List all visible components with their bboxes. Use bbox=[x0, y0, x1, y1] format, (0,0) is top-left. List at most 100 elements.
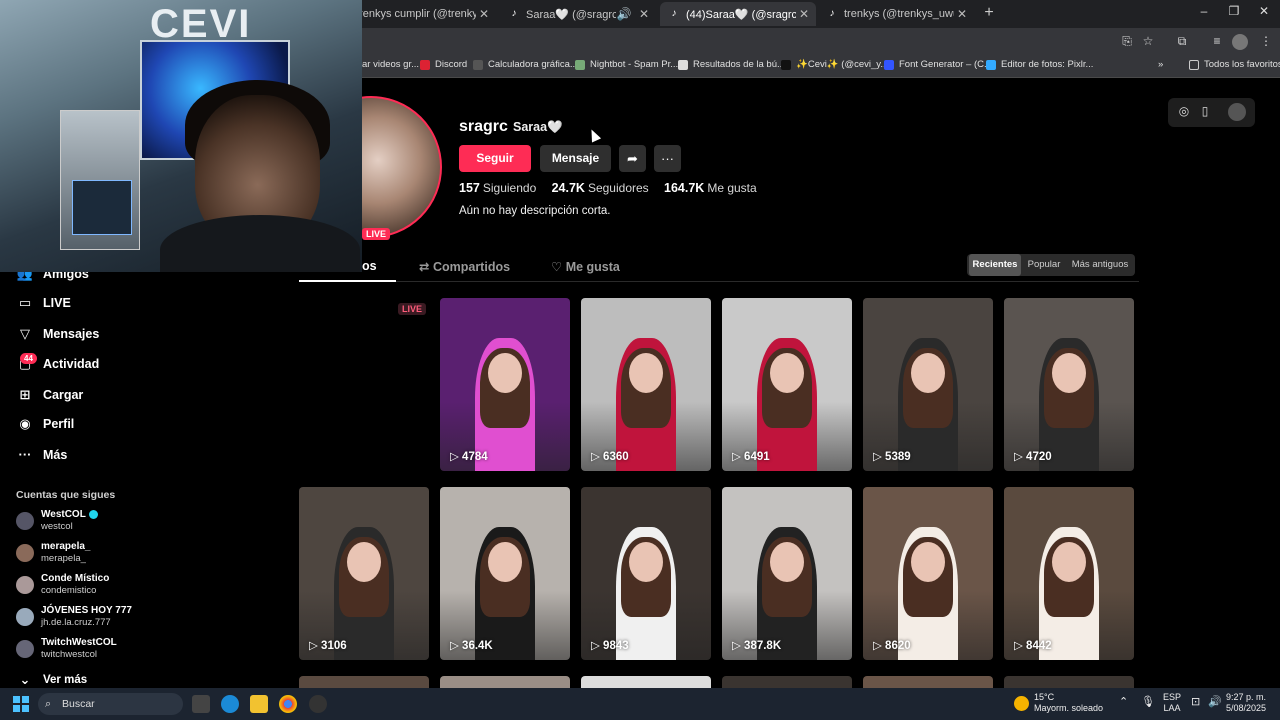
tab-liked[interactable]: ♡ Me gusta bbox=[551, 259, 620, 274]
tiktok-icon bbox=[781, 59, 791, 70]
video-subject-face bbox=[1052, 542, 1086, 582]
weather-widget[interactable]: 15°C Mayorm. soleado bbox=[1034, 692, 1103, 714]
close-tab-icon[interactable]: ✕ bbox=[954, 7, 970, 21]
video-thumbnail[interactable]: ▷ 6491 bbox=[722, 298, 852, 471]
sort-recent[interactable]: Recientes bbox=[969, 254, 1021, 276]
video-thumbnail[interactable]: ▷ 6360 bbox=[581, 298, 711, 471]
following-count[interactable]: 157 Siguiendo bbox=[459, 181, 536, 195]
compass-icon[interactable]: ◎ bbox=[1176, 104, 1192, 118]
followed-account[interactable]: Conde Místico condemistico bbox=[16, 573, 109, 597]
browser-tab[interactable]: ♪ Saraa🤍 (@sragrc) está en 🔊 ✕ bbox=[500, 2, 656, 26]
sort-popular[interactable]: Popular bbox=[1023, 254, 1065, 276]
tab-videos[interactable]: os bbox=[362, 259, 377, 273]
messages-icon: ▽ bbox=[20, 326, 30, 341]
video-thumbnail[interactable]: ▷ 5389 bbox=[863, 298, 993, 471]
extensions-icon[interactable]: ⧉ bbox=[1173, 34, 1191, 49]
network-icon[interactable]: ⊡ bbox=[1191, 697, 1200, 708]
browser-tab-active[interactable]: ♪ (44)Saraa🤍 (@sragrc) | TikTok ✕ bbox=[660, 2, 816, 26]
minimize-button[interactable]: – bbox=[1189, 4, 1219, 18]
sidebar-item-messages[interactable]: ▽ Mensajes bbox=[16, 326, 99, 342]
bookmark-item[interactable]: ar videos gr... bbox=[362, 59, 419, 70]
video-thumbnail[interactable]: ▷ 8620 bbox=[863, 487, 993, 660]
new-tab-button[interactable]: + bbox=[980, 4, 998, 22]
followed-account[interactable]: TwitchWestCOL twitchwestcol bbox=[16, 637, 117, 661]
video-thumbnail[interactable]: ▷ 4720 bbox=[1004, 298, 1134, 471]
profile-avatar-icon[interactable] bbox=[1232, 34, 1248, 50]
webcam-overlay: CEVI bbox=[0, 0, 362, 272]
bookmark-icon bbox=[575, 59, 585, 70]
close-tab-icon[interactable]: ✕ bbox=[636, 7, 652, 21]
bookmark-icon bbox=[678, 59, 688, 70]
browser-tab[interactable]: ♪ trenkys (@trenkys_uwu) | TikTok ✕ bbox=[818, 2, 974, 26]
video-thumbnail[interactable]: ▷ 36.4K bbox=[440, 487, 570, 660]
bookmark-item[interactable]: Calculadora gráfica... bbox=[473, 59, 578, 70]
video-subject-face bbox=[1052, 353, 1086, 393]
bookmarks-overflow-icon[interactable]: » bbox=[1158, 59, 1163, 70]
bookmark-item[interactable]: Editor de fotos: Pixlr... bbox=[986, 59, 1093, 70]
play-icon: ▷ bbox=[873, 451, 886, 463]
likes-count: 164.7K Me gusta bbox=[664, 181, 757, 195]
more-icon: ··· bbox=[18, 447, 32, 462]
video-thumbnail[interactable]: ▷ 8442 bbox=[1004, 487, 1134, 660]
profile-avatar[interactable] bbox=[362, 96, 442, 236]
bookmark-star-icon[interactable]: ☆ bbox=[1139, 34, 1157, 48]
followed-account[interactable]: merapela_ merapela_ bbox=[16, 541, 90, 565]
followers-count[interactable]: 24.7K Seguidores bbox=[552, 181, 649, 195]
video-thumbnail[interactable]: ▷ 4784 bbox=[440, 298, 570, 471]
sidebar-item-more[interactable]: ··· Más bbox=[16, 447, 68, 462]
video-thumbnail[interactable]: ▷ 387.8K bbox=[722, 487, 852, 660]
bookmark-item[interactable]: Resultados de la bú... bbox=[678, 59, 785, 70]
profile-bio: Aún no hay descripción corta. bbox=[459, 205, 611, 217]
task-view-icon[interactable] bbox=[192, 695, 210, 713]
message-button[interactable]: Mensaje bbox=[540, 145, 611, 172]
video-subject-face bbox=[770, 542, 804, 582]
sidebar-item-live[interactable]: ▭ LIVE bbox=[16, 295, 71, 311]
chrome-icon[interactable] bbox=[279, 695, 297, 713]
video-grid-partial-row bbox=[299, 676, 1135, 688]
menu-icon[interactable]: ⋮ bbox=[1257, 34, 1275, 48]
play-icon: ▷ bbox=[1014, 451, 1027, 463]
bookmark-item[interactable]: Discord bbox=[420, 59, 467, 70]
phone-icon[interactable]: ▯ bbox=[1197, 104, 1213, 118]
media-icon[interactable]: ≡ bbox=[1208, 34, 1226, 48]
more-options-icon[interactable]: ··· bbox=[654, 145, 681, 172]
all-bookmarks[interactable]: Todos los favoritos bbox=[1189, 59, 1280, 70]
volume-icon[interactable]: 🔊 bbox=[1208, 697, 1222, 708]
windows-start-icon[interactable] bbox=[13, 696, 29, 712]
sidebar-item-profile[interactable]: ◉ Perfil bbox=[16, 416, 74, 432]
edge-icon[interactable] bbox=[221, 695, 239, 713]
tiktok-icon: ♪ bbox=[829, 8, 835, 19]
file-explorer-icon[interactable] bbox=[250, 695, 268, 713]
followed-account[interactable]: JÓVENES HOY 777 jh.de.la.cruz.777 bbox=[16, 605, 132, 629]
video-thumbnail[interactable]: ▷ 3106 bbox=[299, 487, 429, 660]
speaker-icon[interactable]: 🔊 bbox=[616, 7, 632, 21]
bookmark-item[interactable]: ✨Cevi✨ (@cevi_y... bbox=[781, 59, 888, 70]
chevron-up-icon[interactable]: ⌃ bbox=[1119, 697, 1128, 708]
close-window-button[interactable]: ✕ bbox=[1249, 4, 1279, 18]
bookmark-item[interactable]: Font Generator – (C... bbox=[884, 59, 992, 70]
following-section-title: Cuentas que sigues bbox=[16, 489, 116, 501]
close-tab-icon[interactable]: ✕ bbox=[796, 7, 812, 21]
tab-shared[interactable]: ⇄ Compartidos bbox=[419, 259, 510, 274]
see-more-link[interactable]: ⌄ Ver más bbox=[16, 672, 88, 688]
taskbar-search[interactable]: ⌕ Buscar bbox=[38, 693, 183, 715]
cast-icon[interactable]: ⎘ bbox=[1118, 34, 1136, 49]
upload-icon: ⊞ bbox=[19, 387, 31, 402]
microphone-icon[interactable]: 🎙 bbox=[1141, 697, 1155, 708]
maximize-button[interactable]: ❐ bbox=[1219, 4, 1249, 18]
browser-tab[interactable]: trenkys cumplir (@trenkys_cum ✕ bbox=[356, 2, 496, 26]
clock[interactable]: 9:27 p. m. 5/08/2025 bbox=[1226, 692, 1266, 714]
language-indicator[interactable]: ESP LAA bbox=[1163, 692, 1181, 714]
share-icon[interactable]: ➦ bbox=[619, 145, 646, 172]
video-thumbnail[interactable]: ▷ 9843 bbox=[581, 487, 711, 660]
follow-button[interactable]: Seguir bbox=[459, 145, 531, 172]
bookmark-item[interactable]: Nightbot - Spam Pr... bbox=[575, 59, 678, 70]
followed-account[interactable]: WestCOL westcol bbox=[16, 509, 98, 533]
view-count: ▷ 36.4K bbox=[450, 640, 493, 652]
user-avatar[interactable] bbox=[1228, 103, 1246, 121]
app-icon[interactable] bbox=[309, 695, 327, 713]
sort-oldest[interactable]: Más antiguos bbox=[1067, 254, 1133, 276]
windows-taskbar: ⌕ Buscar 15°C Mayorm. soleado ⌃ 🎙 ESP LAA ⊡… bbox=[0, 688, 1280, 720]
close-tab-icon[interactable]: ✕ bbox=[476, 7, 492, 21]
sidebar-item-upload[interactable]: ⊞ Cargar bbox=[16, 387, 84, 403]
